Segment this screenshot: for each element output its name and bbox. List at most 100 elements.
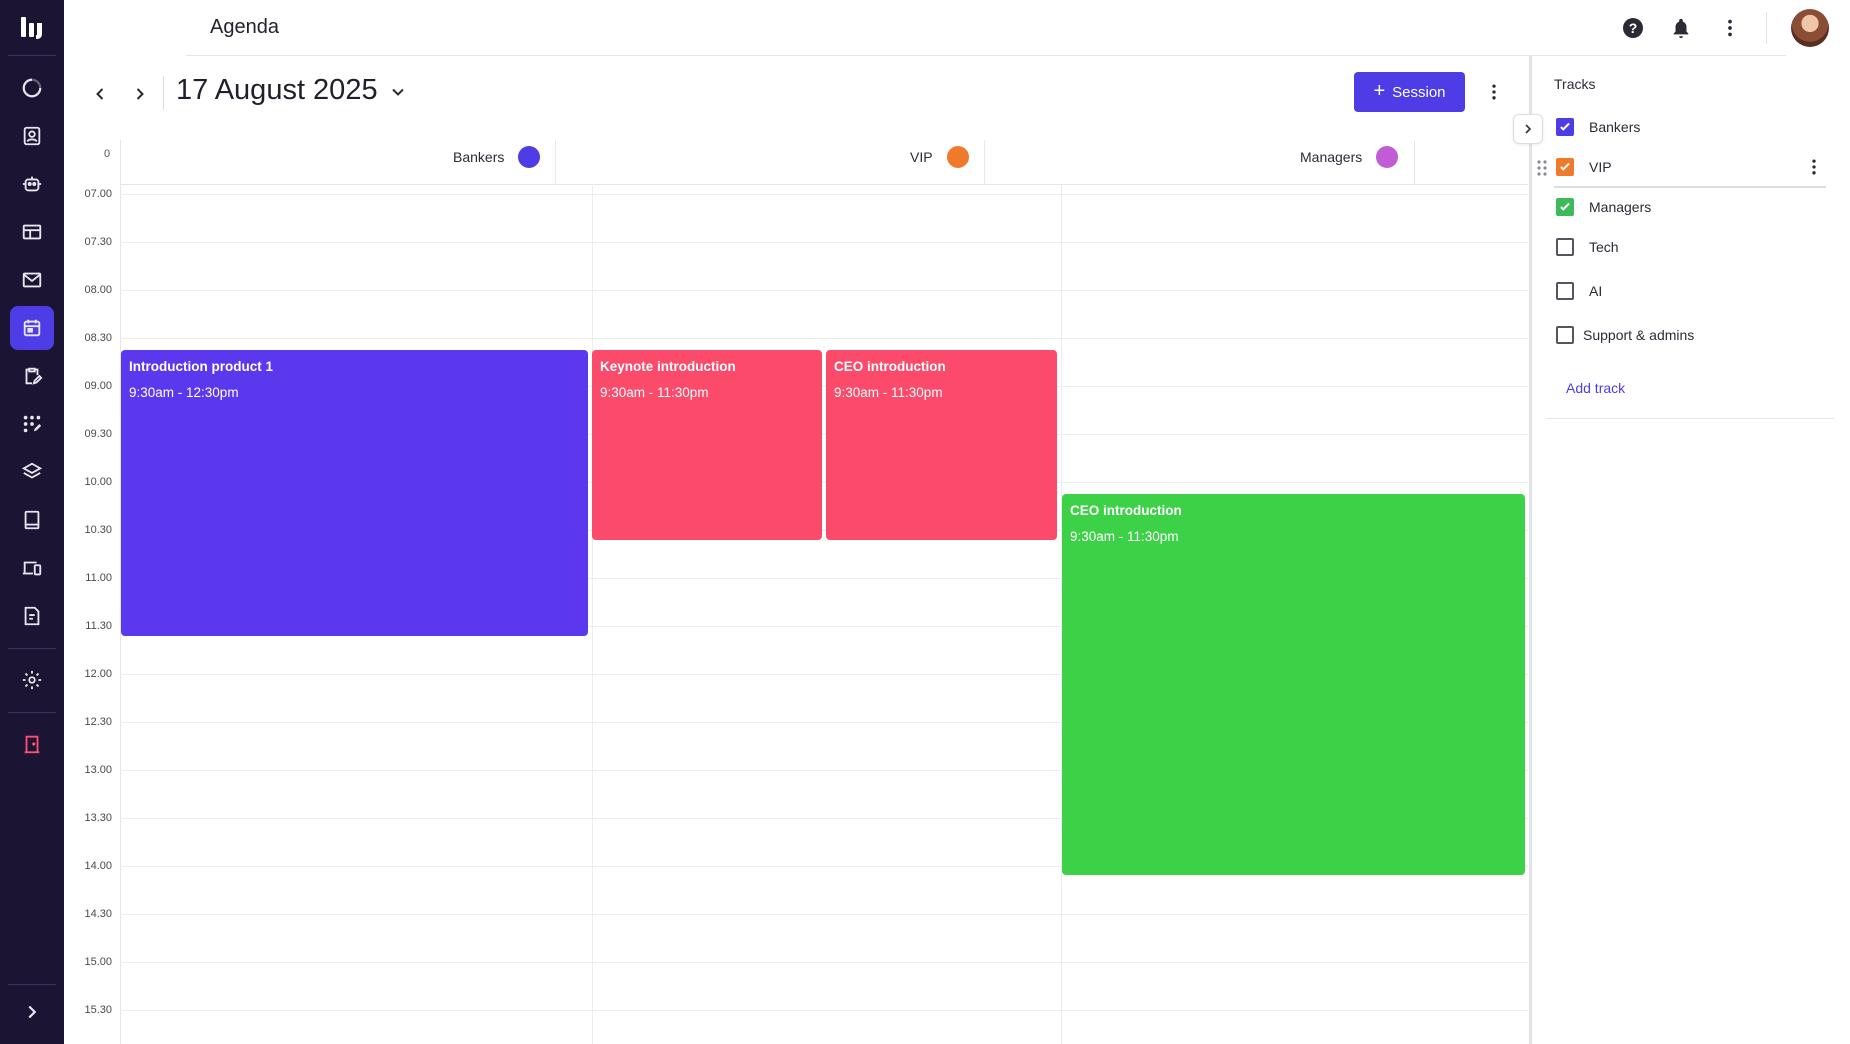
hour-line xyxy=(120,338,1528,339)
notifications-button[interactable] xyxy=(1667,14,1695,42)
layers-icon xyxy=(21,462,43,479)
svg-text:?: ? xyxy=(1629,20,1638,36)
sidebar-item-agenda[interactable] xyxy=(10,306,54,350)
layout-icon xyxy=(22,224,42,240)
track-checkbox[interactable] xyxy=(1556,238,1574,256)
track-label: VIP xyxy=(1589,159,1612,175)
hour-label: 13.30 xyxy=(84,812,112,824)
track-color-dot xyxy=(946,146,969,168)
plus-icon: + xyxy=(1373,80,1386,102)
track-header-managers[interactable]: Managers xyxy=(1300,146,1399,168)
sidebar-item-exit[interactable] xyxy=(10,722,54,766)
sidebar-item-contacts[interactable] xyxy=(10,114,54,158)
track-header-label: VIP xyxy=(910,149,933,165)
devices-icon xyxy=(22,561,42,576)
hour-line xyxy=(120,242,1528,243)
hour-label: 12.00 xyxy=(84,668,112,680)
track-header-divider xyxy=(984,140,985,184)
track-checkbox[interactable] xyxy=(1556,158,1574,176)
avatar[interactable] xyxy=(1791,9,1829,47)
event-introduction-product-1[interactable]: Introduction product 1 9:30am - 12:30pm xyxy=(121,350,588,636)
track-label: Managers xyxy=(1589,199,1652,215)
event-keynote-introduction[interactable]: Keynote introduction 9:30am - 11:30pm xyxy=(592,350,822,540)
event-ceo-introduction-vip[interactable]: CEO introduction 9:30am - 11:30pm xyxy=(826,350,1057,540)
chevron-right-icon xyxy=(136,88,144,100)
track-header-vip[interactable]: VIP xyxy=(910,146,969,168)
hour-line xyxy=(120,962,1528,963)
column-divider xyxy=(592,184,593,1044)
app-logo[interactable] xyxy=(18,14,46,42)
track-checkbox[interactable] xyxy=(1556,326,1574,344)
add-track-link[interactable]: Add track xyxy=(1566,380,1625,396)
sidebar-item-dashboard[interactable] xyxy=(10,66,54,110)
check-icon xyxy=(1560,162,1570,171)
track-more-button[interactable] xyxy=(1802,154,1826,180)
event-ceo-introduction-managers[interactable]: CEO introduction 9:30am - 11:30pm xyxy=(1062,494,1525,875)
topbar: Agenda ? xyxy=(64,0,1850,56)
hour-label: 07.30 xyxy=(84,236,112,248)
track-label: Tech xyxy=(1589,239,1619,255)
track-item-managers[interactable]: Managers xyxy=(1556,198,1651,216)
chevron-down-icon xyxy=(392,88,404,96)
clipboard-edit-icon xyxy=(25,367,43,385)
track-item-tech[interactable]: Tech xyxy=(1556,238,1619,256)
hour-label: 13.00 xyxy=(84,764,112,776)
hour-label: 15.30 xyxy=(84,1004,112,1016)
track-item-vip[interactable]: VIP xyxy=(1556,158,1612,176)
sidebar-divider xyxy=(8,984,56,985)
help-button[interactable]: ? xyxy=(1619,14,1647,42)
hour-label: 09.00 xyxy=(84,380,112,392)
track-item-support-admins[interactable]: Support & admins xyxy=(1556,326,1694,344)
track-header-bankers[interactable]: Bankers xyxy=(453,146,541,168)
vertical-dots-icon xyxy=(1492,84,1496,100)
sidebar-item-bot[interactable] xyxy=(10,162,54,206)
track-header-divider xyxy=(1414,140,1415,184)
date-picker-toggle[interactable] xyxy=(386,80,410,104)
previous-day-button[interactable] xyxy=(86,80,114,108)
sidebar-divider xyxy=(8,648,56,649)
tablet-icon xyxy=(24,510,40,530)
track-label: Bankers xyxy=(1589,119,1641,135)
current-date[interactable]: 17 August 2025 xyxy=(176,74,378,107)
track-item-bankers[interactable]: Bankers xyxy=(1556,118,1640,136)
bell-icon xyxy=(1673,18,1689,39)
sidebar-item-apps[interactable] xyxy=(10,402,54,446)
hour-label: 15.00 xyxy=(84,956,112,968)
calendar-icon xyxy=(23,319,41,337)
sidebar-item-layers[interactable] xyxy=(10,450,54,494)
sidebar-item-layout[interactable] xyxy=(10,210,54,254)
event-title: CEO introduction xyxy=(834,359,946,374)
hour-label: 07.00 xyxy=(84,188,112,200)
track-header-divider xyxy=(555,140,556,184)
drag-handle-icon[interactable] xyxy=(1535,159,1549,177)
next-day-button[interactable] xyxy=(126,80,154,108)
event-time: 9:30am - 11:30pm xyxy=(1070,529,1179,544)
sidebar-item-notes[interactable] xyxy=(10,594,54,638)
hour-label: 14.30 xyxy=(84,908,112,920)
vertical-dots-icon xyxy=(1812,159,1816,175)
timezone-offset-label: 0 xyxy=(104,148,111,160)
hour-label: 14.00 xyxy=(84,860,112,872)
check-icon xyxy=(1560,122,1570,131)
sidebar-item-settings[interactable] xyxy=(10,658,54,702)
event-title: CEO introduction xyxy=(1070,503,1182,518)
track-checkbox[interactable] xyxy=(1556,118,1574,136)
more-options-button[interactable] xyxy=(1716,14,1744,42)
track-checkbox[interactable] xyxy=(1556,282,1574,300)
chevron-right-icon xyxy=(1525,124,1532,134)
hour-label: 12.30 xyxy=(84,716,112,728)
sidebar-item-tablet[interactable] xyxy=(10,498,54,542)
calendar-more-button[interactable] xyxy=(1480,78,1508,106)
collapse-panel-button[interactable] xyxy=(1513,114,1543,144)
sidebar-item-tasks[interactable] xyxy=(10,354,54,398)
add-session-button[interactable]: + Session xyxy=(1354,72,1465,112)
track-header-label: Managers xyxy=(1300,149,1363,165)
sidebar-divider xyxy=(8,55,56,56)
sidebar-expand-button[interactable] xyxy=(10,990,54,1034)
sidebar-item-devices[interactable] xyxy=(10,546,54,590)
sidebar-item-mail[interactable] xyxy=(10,258,54,302)
topbar-divider xyxy=(1766,12,1767,44)
track-item-ai[interactable]: AI xyxy=(1556,282,1602,300)
tracks-panel-divider xyxy=(1546,418,1834,419)
track-checkbox[interactable] xyxy=(1556,198,1574,216)
